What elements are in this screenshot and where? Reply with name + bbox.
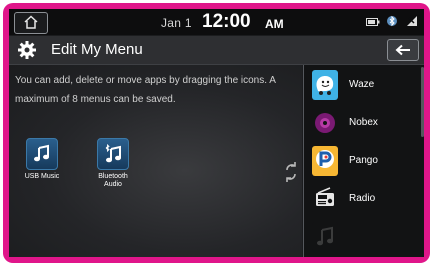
music-note-icon [317, 226, 333, 246]
back-button[interactable] [387, 39, 419, 61]
gear-icon [18, 41, 36, 59]
signal-icon [406, 14, 418, 32]
scrollbar[interactable] [421, 67, 424, 137]
list-item-label: Nobex [349, 117, 378, 128]
pango-icon [316, 150, 334, 168]
app-label: Bluetooth Audio [98, 173, 128, 188]
screen: Jan 1 12:00 AM Edit My Menu You can add,… [9, 9, 424, 257]
status-ampm: AM [265, 17, 284, 31]
status-time: 12:00 [202, 11, 251, 32]
status-date: Jan 1 [161, 16, 192, 30]
title-bar: Edit My Menu [9, 36, 424, 65]
list-item-waze[interactable]: Waze [304, 68, 424, 104]
list-item-music[interactable] [304, 220, 424, 256]
back-arrow-icon [395, 44, 410, 56]
instruction-text: You can add, delete or move apps by drag… [15, 75, 276, 105]
list-item-label: Pango [349, 155, 378, 166]
battery-icon [366, 14, 380, 32]
menu-list[interactable]: Waze Nobex Pango Radio [303, 65, 424, 257]
list-item-label: Radio [349, 193, 376, 204]
list-item-label: Waze [349, 79, 375, 90]
swap-arrows-icon [286, 162, 296, 182]
app-bluetooth-audio[interactable]: Bluetooth Audio [89, 138, 137, 189]
home-button[interactable] [14, 12, 48, 34]
status-bar: Jan 1 12:00 AM [9, 9, 424, 35]
list-item-pango[interactable]: Pango [304, 144, 424, 180]
bluetooth-icon [386, 14, 400, 32]
page-title: Edit My Menu [51, 41, 143, 58]
radio-icon [316, 187, 334, 206]
main-area: You can add, delete or move apps by drag… [9, 65, 302, 257]
waze-icon [316, 76, 334, 95]
bluetooth-music-icon [105, 144, 121, 163]
list-item-nobex[interactable]: Nobex [304, 106, 424, 142]
app-usb-music[interactable]: USB Music [18, 138, 66, 181]
app-label: USB Music [24, 173, 60, 180]
music-note-icon [34, 144, 49, 162]
nobex-icon [315, 113, 335, 133]
home-icon [24, 15, 38, 29]
list-item-radio[interactable]: Radio [304, 182, 424, 218]
status-icons [366, 14, 418, 32]
